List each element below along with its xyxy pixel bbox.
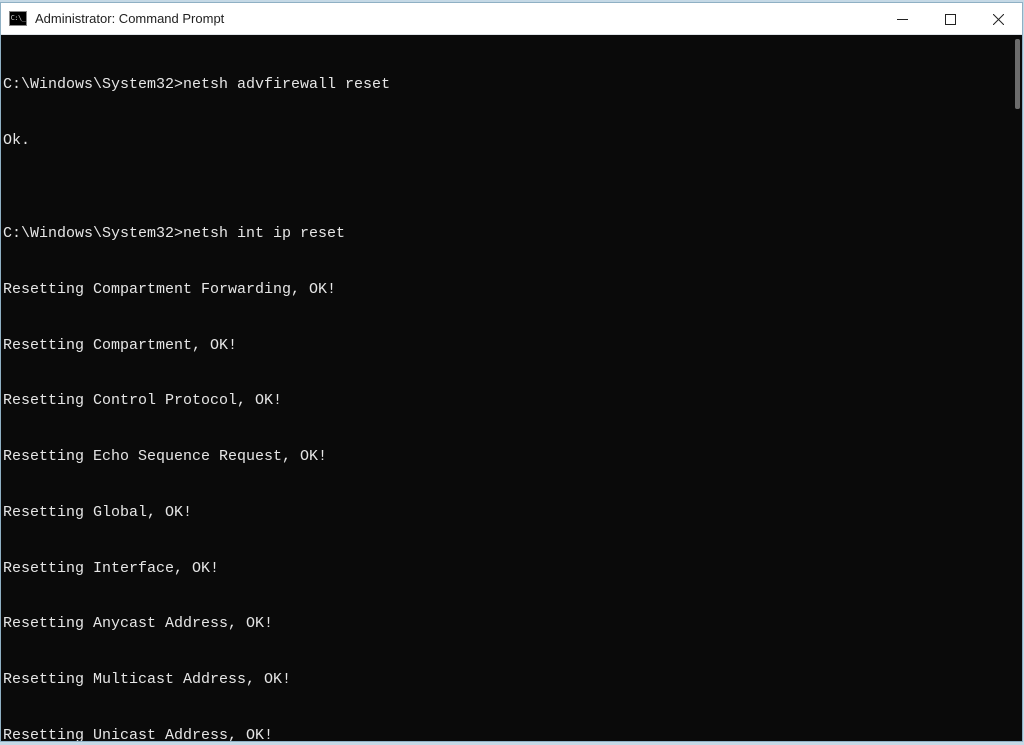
window-controls <box>878 3 1022 35</box>
terminal-line: Resetting Control Protocol, OK! <box>3 392 1010 411</box>
terminal-line: C:\Windows\System32>netsh int ip reset <box>3 225 1010 244</box>
terminal-line: Resetting Multicast Address, OK! <box>3 671 1010 690</box>
terminal-line: Ok. <box>3 132 1010 151</box>
command-prompt-icon <box>9 11 27 26</box>
terminal-line: C:\Windows\System32>netsh advfirewall re… <box>3 76 1010 95</box>
terminal-content: C:\Windows\System32>netsh advfirewall re… <box>3 39 1010 741</box>
command: netsh int ip reset <box>183 225 345 242</box>
terminal-line: Resetting Compartment, OK! <box>3 337 1010 356</box>
prompt: C:\Windows\System32> <box>3 76 183 93</box>
close-button[interactable] <box>974 3 1022 35</box>
window: Administrator: Command Prompt C:\Windows… <box>0 2 1023 742</box>
terminal-line: Resetting Global, OK! <box>3 504 1010 523</box>
window-title: Administrator: Command Prompt <box>35 11 224 26</box>
scroll-thumb[interactable] <box>1015 39 1020 109</box>
command: netsh advfirewall reset <box>183 76 390 93</box>
minimize-button[interactable] <box>878 3 926 35</box>
close-icon <box>993 14 1004 25</box>
maximize-icon <box>945 14 956 25</box>
terminal[interactable]: C:\Windows\System32>netsh advfirewall re… <box>1 35 1022 741</box>
minimize-icon <box>897 14 908 25</box>
terminal-line: Resetting Compartment Forwarding, OK! <box>3 281 1010 300</box>
prompt: C:\Windows\System32> <box>3 225 183 242</box>
scrollbar[interactable] <box>1012 35 1022 741</box>
terminal-line: Resetting Unicast Address, OK! <box>3 727 1010 741</box>
terminal-line: Resetting Echo Sequence Request, OK! <box>3 448 1010 467</box>
titlebar[interactable]: Administrator: Command Prompt <box>1 3 1022 35</box>
maximize-button[interactable] <box>926 3 974 35</box>
terminal-line: Resetting Anycast Address, OK! <box>3 615 1010 634</box>
terminal-line: Resetting Interface, OK! <box>3 560 1010 579</box>
